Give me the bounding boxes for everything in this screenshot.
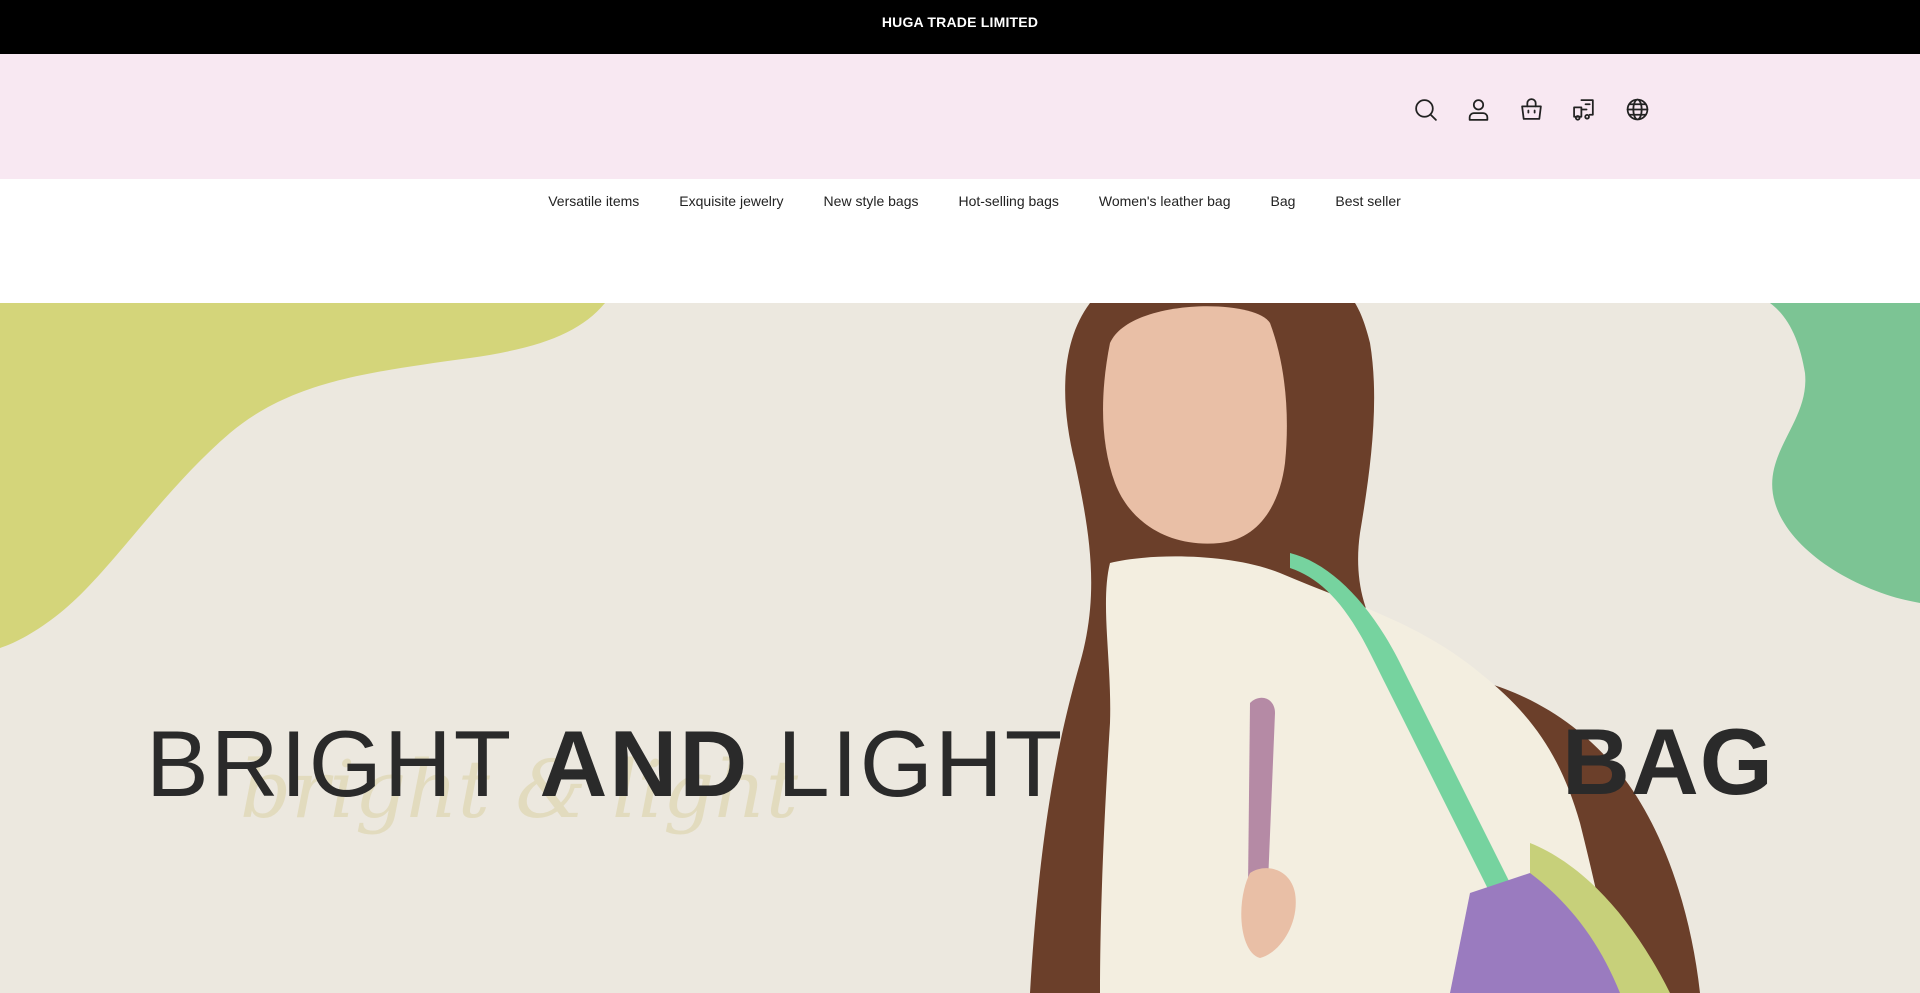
hero-headline-word-2: AND xyxy=(539,711,750,816)
nav-list: Versatile items Exquisite jewelry New st… xyxy=(0,193,1920,209)
nav-item-new-style-bags[interactable]: New style bags xyxy=(824,193,919,209)
header-icons xyxy=(1412,96,1650,122)
nav-item-versatile-items[interactable]: Versatile items xyxy=(548,193,639,209)
hero-headline-word-1: BRIGHT xyxy=(146,711,512,816)
account-icon[interactable] xyxy=(1465,96,1491,122)
search-icon[interactable] xyxy=(1412,96,1438,122)
hero-headline-bag: BAG xyxy=(1562,709,1774,814)
nav-item-exquisite-jewelry[interactable]: Exquisite jewelry xyxy=(679,193,783,209)
hero-headline: BRIGHT AND LIGHT xyxy=(146,717,1064,811)
main-nav: Versatile items Exquisite jewelry New st… xyxy=(0,179,1920,303)
order-tracking-icon[interactable] xyxy=(1571,96,1597,122)
hero-headline-word-3: LIGHT xyxy=(777,711,1065,816)
announcement-text: HUGA TRADE LIMITED xyxy=(881,14,1039,30)
nav-item-bag[interactable]: Bag xyxy=(1270,193,1295,209)
cart-icon[interactable] xyxy=(1518,96,1544,122)
nav-item-womens-leather-bag[interactable]: Women's leather bag xyxy=(1099,193,1231,209)
announcement-bar: HUGA TRADE LIMITED xyxy=(0,0,1920,54)
hero-banner[interactable]: bright & light BRIGHT AND LIGHT BAG xyxy=(0,303,1920,993)
language-icon[interactable] xyxy=(1624,96,1650,122)
nav-item-hot-selling-bags[interactable]: Hot-selling bags xyxy=(958,193,1058,209)
nav-item-best-seller[interactable]: Best seller xyxy=(1335,193,1400,209)
hero-background-image xyxy=(0,303,1920,993)
site-header xyxy=(0,54,1920,179)
